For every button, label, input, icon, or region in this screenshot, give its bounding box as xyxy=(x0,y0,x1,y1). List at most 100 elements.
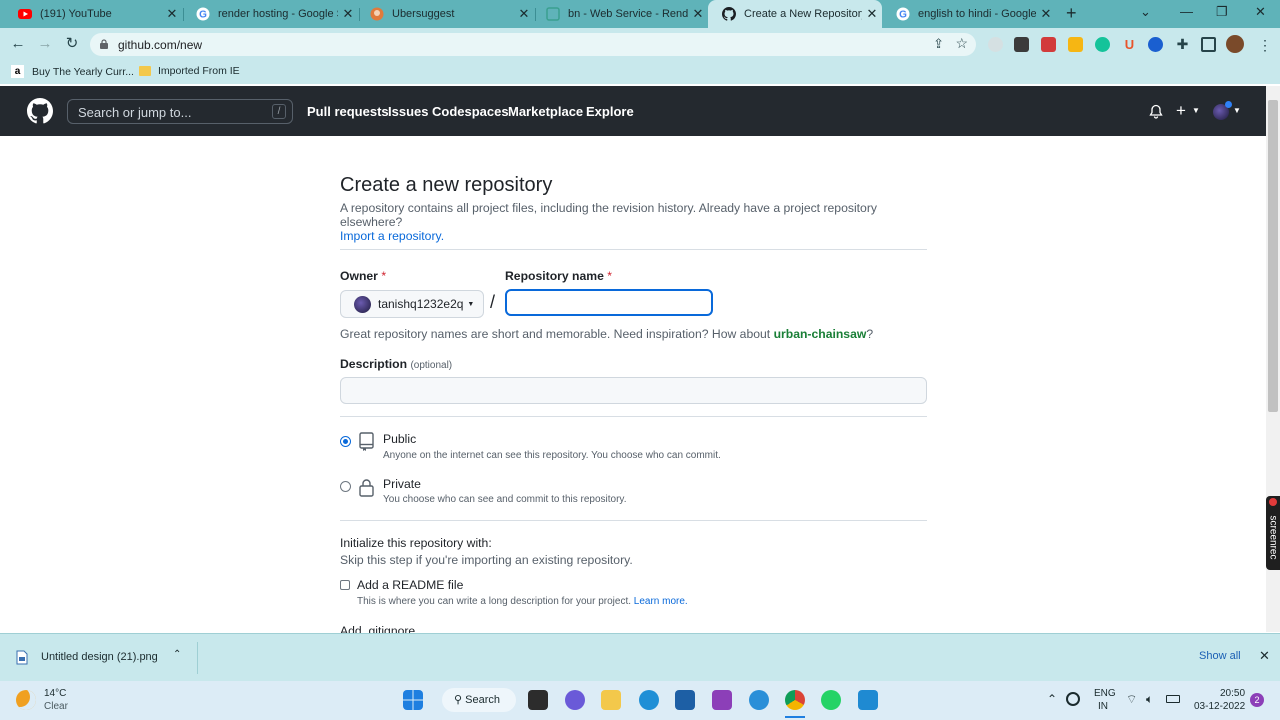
sync-icon[interactable] xyxy=(1066,692,1080,706)
tab-english-to-hindi[interactable]: G english to hindi - Google Se ✕ xyxy=(882,0,1056,28)
public-radio[interactable] xyxy=(340,436,351,447)
repo-icon xyxy=(359,432,374,451)
private-subtitle: You choose who can see and commit to thi… xyxy=(383,494,627,505)
required-mark: * xyxy=(381,269,387,283)
extension-play-icon[interactable] xyxy=(1148,37,1163,52)
extension-news-icon[interactable] xyxy=(1041,37,1056,52)
nav-codespaces[interactable]: Codespaces xyxy=(432,104,509,119)
bookmark-item[interactable]: a Buy The Yearly Curr... xyxy=(11,65,134,78)
tab-render-hosting[interactable]: G render hosting - Google Se ✕ xyxy=(182,0,358,28)
ubersuggest-extension-icon[interactable]: U xyxy=(1122,37,1137,52)
close-icon[interactable]: ✕ xyxy=(338,6,358,22)
description-input[interactable] xyxy=(340,377,927,404)
close-icon[interactable]: ✕ xyxy=(514,6,534,22)
tab-ubersuggest[interactable]: Ubersuggest ✕ xyxy=(356,0,534,28)
lock-icon xyxy=(100,39,108,49)
nav-explore[interactable]: Explore xyxy=(586,104,634,119)
required-mark: * xyxy=(607,269,613,283)
file-explorer-icon[interactable] xyxy=(601,690,621,710)
store-icon[interactable] xyxy=(675,690,695,710)
browser-menu-icon[interactable]: ⋮ xyxy=(1258,37,1272,54)
github-logo-icon[interactable] xyxy=(27,98,53,124)
wifi-icon[interactable]: ⌔ xyxy=(1126,692,1137,707)
nav-issues[interactable]: Issues xyxy=(388,104,428,119)
profile-avatar[interactable] xyxy=(1226,35,1244,53)
bookmark-star-icon[interactable]: ☆ xyxy=(955,35,968,52)
tab-search-icon[interactable]: ⌄ xyxy=(1140,4,1151,20)
chevron-up-icon[interactable]: ⌃ xyxy=(173,649,181,660)
chevron-down-icon: ▼ xyxy=(467,300,475,308)
active-app-indicator xyxy=(785,716,805,718)
private-radio[interactable] xyxy=(340,481,351,492)
new-tab-button[interactable]: + xyxy=(1066,3,1077,24)
close-icon[interactable]: ✕ xyxy=(1036,6,1056,22)
close-icon[interactable]: ✕ xyxy=(862,6,882,22)
name-suggestion[interactable]: urban-chainsaw xyxy=(774,327,867,341)
bookmark-folder[interactable]: Imported From IE xyxy=(139,65,240,77)
repository-name-input[interactable] xyxy=(505,289,713,316)
search-label: Search xyxy=(465,694,500,706)
whatsapp-icon[interactable] xyxy=(821,690,841,710)
forward-button[interactable]: → xyxy=(35,34,55,54)
tab-render-service[interactable]: bn - Web Service - Render ✕ xyxy=(532,0,708,28)
clock-time[interactable]: 20:50 xyxy=(1220,688,1245,699)
bookmarks-bar: a Buy The Yearly Curr... Imported From I… xyxy=(0,60,1280,84)
close-icon[interactable]: ✕ xyxy=(1259,648,1270,664)
file-icon xyxy=(16,650,28,665)
tab-create-repository[interactable]: Create a New Repository ✕ xyxy=(708,0,882,28)
owner-dropdown[interactable]: tanishq1232e2q ▼ xyxy=(340,290,484,318)
close-icon[interactable]: ✕ xyxy=(688,6,708,22)
back-button[interactable]: ← xyxy=(8,34,28,54)
github-search-input[interactable]: Search or jump to... / xyxy=(67,99,293,124)
app-icon[interactable] xyxy=(749,690,769,710)
import-repository-link[interactable]: Import a repository. xyxy=(340,229,444,243)
share-icon[interactable]: ⇪ xyxy=(933,36,944,52)
page-title: Create a new repository xyxy=(340,174,553,196)
nav-pull-requests[interactable]: Pull requests xyxy=(307,104,389,119)
close-window-button[interactable]: ✕ xyxy=(1255,4,1266,20)
search-icon: ⚲ xyxy=(454,694,463,706)
maximize-button[interactable]: ❐ xyxy=(1216,4,1228,20)
battery-icon[interactable] xyxy=(1166,695,1180,703)
side-panel-icon[interactable] xyxy=(1201,37,1216,52)
app-icon[interactable] xyxy=(712,690,732,710)
notification-badge[interactable]: 2 xyxy=(1250,693,1264,707)
minimize-button[interactable]: — xyxy=(1180,4,1193,19)
volume-icon[interactable]: 🔈︎ xyxy=(1146,692,1153,707)
language-top[interactable]: ENG xyxy=(1094,688,1116,699)
extensions-puzzle-icon[interactable]: ✚ xyxy=(1175,37,1190,52)
screenrec-widget[interactable]: screenrec xyxy=(1266,496,1280,570)
bell-icon[interactable] xyxy=(1148,104,1164,120)
close-icon[interactable]: ✕ xyxy=(162,6,182,22)
github-icon xyxy=(722,7,736,21)
chrome-icon[interactable] xyxy=(785,690,805,710)
owner-label: Owner * xyxy=(340,269,386,283)
readme-sub-text: This is where you can write a long descr… xyxy=(357,596,632,607)
extension-k-icon[interactable] xyxy=(988,37,1003,52)
readme-checkbox[interactable] xyxy=(340,580,350,590)
teams-chat-icon[interactable] xyxy=(565,690,585,710)
task-view-icon[interactable] xyxy=(528,690,548,710)
taskbar-search-button[interactable]: ⚲ Search xyxy=(442,688,516,712)
address-bar[interactable]: github.com/new ⇪ ☆ xyxy=(90,33,976,56)
divider xyxy=(340,520,927,521)
weather-temp[interactable]: 14°C xyxy=(44,688,66,699)
learn-more-link[interactable]: Learn more. xyxy=(634,596,688,607)
render-icon xyxy=(546,7,560,21)
extension-bell-icon[interactable] xyxy=(1068,37,1083,52)
extension-m-icon[interactable] xyxy=(1014,37,1029,52)
edge-icon[interactable] xyxy=(639,690,659,710)
tab-label: english to hindi - Google Se xyxy=(918,8,1036,20)
show-all-button[interactable]: Show all xyxy=(1199,650,1241,662)
download-filename[interactable]: Untitled design (21).png xyxy=(41,651,158,663)
owner-repo-separator: / xyxy=(490,292,496,312)
vscode-icon[interactable] xyxy=(858,690,878,710)
create-new-button[interactable]: + xyxy=(1176,101,1186,121)
windows-start-icon[interactable] xyxy=(403,690,423,710)
reload-button[interactable]: ↻ xyxy=(62,34,82,54)
google-icon: G xyxy=(196,7,210,21)
tab-youtube[interactable]: (191) YouTube ✕ xyxy=(4,0,182,28)
grammarly-icon[interactable] xyxy=(1095,37,1110,52)
nav-marketplace[interactable]: Marketplace xyxy=(508,104,583,119)
tray-chevron-up-icon[interactable]: ⌃ xyxy=(1047,692,1057,706)
